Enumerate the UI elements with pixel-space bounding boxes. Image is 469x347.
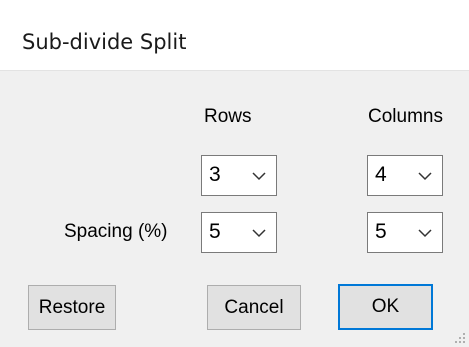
spacing-label: Spacing (%) [64,221,168,242]
restore-button[interactable]: Restore [28,285,116,330]
rows-header: Rows [204,106,252,127]
chevron-down-icon [418,229,432,238]
chevron-down-icon [418,172,432,181]
chevron-down-icon [252,172,266,181]
column-spacing-value: 5 [375,220,387,243]
sub-divide-split-dialog: Sub-divide Split Rows Columns 3 4 Spacin… [0,0,469,347]
columns-header: Columns [368,106,443,127]
row-spacing-select[interactable]: 5 [201,212,277,253]
rows-count-value: 3 [209,163,221,186]
ok-button[interactable]: OK [338,284,433,330]
columns-count-value: 4 [375,163,387,186]
column-spacing-select[interactable]: 5 [367,212,443,253]
chevron-down-icon [252,229,266,238]
dialog-title: Sub-divide Split [22,30,187,54]
rows-count-select[interactable]: 3 [201,155,277,196]
resize-grip-icon[interactable] [454,332,466,344]
cancel-button[interactable]: Cancel [207,285,301,330]
columns-count-select[interactable]: 4 [367,155,443,196]
title-bar: Sub-divide Split [0,0,469,71]
row-spacing-value: 5 [209,220,221,243]
